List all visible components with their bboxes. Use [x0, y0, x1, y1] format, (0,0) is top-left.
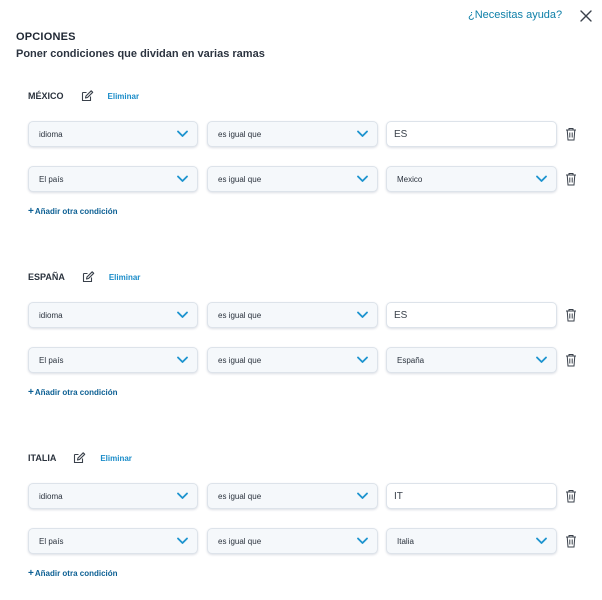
plus-icon: +	[28, 387, 34, 398]
value-select-value: Mexico	[397, 175, 423, 184]
field-select-value: El país	[39, 356, 64, 365]
page-subtitle: Poner condiciones que dividan en varias …	[16, 48, 265, 60]
chevron-down-icon	[177, 356, 188, 363]
delete-branch-link[interactable]: Eliminar	[100, 454, 132, 463]
value-input[interactable]: ES	[386, 302, 557, 328]
add-condition-link[interactable]: +Añadir otra condición	[28, 206, 118, 217]
edit-icon[interactable]	[72, 451, 86, 465]
branch-header: ESPAÑA Eliminar	[28, 267, 140, 287]
field-select[interactable]: El país	[28, 528, 198, 554]
branch-name: ESPAÑA	[28, 272, 65, 282]
chevron-down-icon	[357, 311, 368, 318]
chevron-down-icon	[177, 175, 188, 182]
chevron-down-icon	[536, 537, 547, 544]
value-select[interactable]: España	[386, 347, 557, 373]
operator-select[interactable]: es igual que	[207, 121, 378, 147]
value-input[interactable]: ES	[386, 121, 557, 147]
trash-icon[interactable]	[565, 127, 577, 141]
plus-icon: +	[28, 206, 34, 217]
chevron-down-icon	[536, 356, 547, 363]
operator-select-value: es igual que	[218, 130, 262, 139]
value-select-value: España	[397, 356, 425, 365]
trash-icon[interactable]	[565, 308, 577, 322]
field-select[interactable]: idioma	[28, 302, 198, 328]
field-select-value: idioma	[39, 130, 63, 139]
help-link[interactable]: ¿Necesitas ayuda?	[468, 9, 562, 21]
operator-select-value: es igual que	[218, 537, 262, 546]
operator-select[interactable]: es igual que	[207, 347, 378, 373]
trash-icon[interactable]	[565, 172, 577, 186]
branch-header: ITALIA Eliminar	[28, 448, 132, 468]
trash-icon[interactable]	[565, 489, 577, 503]
chevron-down-icon	[536, 175, 547, 182]
add-condition-label: Añadir otra condición	[34, 569, 118, 578]
operator-select-value: es igual que	[218, 492, 262, 501]
field-select[interactable]: El país	[28, 166, 198, 192]
field-select[interactable]: El país	[28, 347, 198, 373]
edit-icon[interactable]	[81, 270, 95, 284]
chevron-down-icon	[177, 130, 188, 137]
chevron-down-icon	[177, 311, 188, 318]
field-select[interactable]: idioma	[28, 121, 198, 147]
chevron-down-icon	[357, 492, 368, 499]
chevron-down-icon	[357, 537, 368, 544]
operator-select[interactable]: es igual que	[207, 483, 378, 509]
add-condition-link[interactable]: +Añadir otra condición	[28, 568, 118, 579]
trash-icon[interactable]	[565, 353, 577, 367]
field-select[interactable]: idioma	[28, 483, 198, 509]
chevron-down-icon	[357, 175, 368, 182]
delete-branch-link[interactable]: Eliminar	[109, 273, 141, 282]
add-condition-label: Añadir otra condición	[34, 388, 118, 397]
close-icon[interactable]	[578, 8, 594, 24]
chevron-down-icon	[357, 356, 368, 363]
page-title: OPCIONES	[16, 31, 76, 43]
branch-name: ITALIA	[28, 453, 57, 463]
operator-select-value: es igual que	[218, 356, 262, 365]
field-select-value: idioma	[39, 311, 63, 320]
operator-select[interactable]: es igual que	[207, 166, 378, 192]
operator-select-value: es igual que	[218, 175, 262, 184]
trash-icon[interactable]	[565, 534, 577, 548]
chevron-down-icon	[357, 130, 368, 137]
operator-select[interactable]: es igual que	[207, 528, 378, 554]
plus-icon: +	[28, 568, 34, 579]
operator-select-value: es igual que	[218, 311, 262, 320]
branch-header: MÉXICO Eliminar	[28, 86, 139, 106]
value-select-value: Italia	[397, 537, 414, 546]
field-select-value: El país	[39, 175, 64, 184]
operator-select[interactable]: es igual que	[207, 302, 378, 328]
add-condition-label: Añadir otra condición	[34, 207, 118, 216]
chevron-down-icon	[177, 537, 188, 544]
delete-branch-link[interactable]: Eliminar	[108, 92, 140, 101]
add-condition-link[interactable]: +Añadir otra condición	[28, 387, 118, 398]
field-select-value: El país	[39, 537, 64, 546]
value-select[interactable]: Italia	[386, 528, 557, 554]
chevron-down-icon	[177, 492, 188, 499]
field-select-value: idioma	[39, 492, 63, 501]
value-select[interactable]: Mexico	[386, 166, 557, 192]
edit-icon[interactable]	[80, 89, 94, 103]
branch-name: MÉXICO	[28, 91, 64, 101]
value-input[interactable]: IT	[386, 483, 557, 509]
